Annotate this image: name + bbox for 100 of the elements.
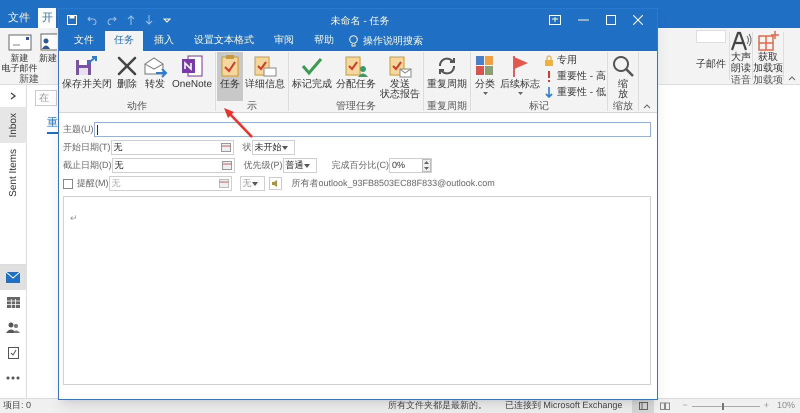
paragraph-mark: ↵ xyxy=(70,213,78,223)
group-label: 示 xyxy=(246,101,258,112)
ribbon-button[interactable]: 任务 xyxy=(217,52,244,101)
undo-icon xyxy=(87,14,97,24)
speaker-icon xyxy=(272,180,278,187)
owner-value: outlook_93FB8503EC88F833@outlook.com xyxy=(318,176,495,190)
cross-icon xyxy=(116,55,138,77)
field-label: 主题(U) xyxy=(63,122,94,136)
ribbon-tab[interactable]: 任务 xyxy=(105,31,143,51)
ribbon-button[interactable]: 重要性 - 低 xyxy=(544,85,606,99)
dropdown-caret-icon xyxy=(282,146,288,150)
spin-arrows-icon xyxy=(422,159,431,172)
redo-icon xyxy=(107,14,117,24)
notebook-icon xyxy=(180,54,204,78)
envelope-icon xyxy=(6,32,32,52)
collapse-caret-icon xyxy=(643,104,651,109)
ribbon-button[interactable]: 获取 加载项 xyxy=(753,30,783,73)
spin-field[interactable]: 0% xyxy=(389,158,432,173)
clipboard-check-icon xyxy=(219,54,242,78)
slider-thumb[interactable] xyxy=(722,402,724,410)
side-tab[interactable]: Inbox xyxy=(0,107,26,144)
floppy-disk-icon xyxy=(74,54,100,78)
field-label: 所有者 xyxy=(292,176,318,190)
ribbon-tab[interactable]: 设置文本格式 xyxy=(185,31,263,51)
dropdown-field[interactable]: 普通 xyxy=(282,158,316,173)
save-icon xyxy=(67,14,77,24)
status-text: 所有文件夹都是最新的。 xyxy=(388,399,487,412)
ribbon-tab[interactable]: 审阅 xyxy=(265,31,303,51)
customize-caret-icon xyxy=(163,16,171,24)
clipboard-person-icon xyxy=(343,54,370,78)
ribbon-tab[interactable]: 插入 xyxy=(145,31,183,51)
field-label: 状 xyxy=(242,140,252,154)
ribbon-button[interactable]: 分配任务 xyxy=(334,52,378,101)
ribbon-button[interactable]: 标记完成 xyxy=(290,52,334,101)
ribbon-tab[interactable]: 文件 xyxy=(65,31,103,51)
search-field[interactable]: 在 xyxy=(35,90,57,106)
group-label: 管理任务 xyxy=(335,101,378,112)
group-label: 语音 xyxy=(731,74,751,88)
ribbon-tab[interactable]: 帮助 xyxy=(305,31,343,51)
calendar-icon xyxy=(218,179,228,188)
subject-field[interactable] xyxy=(94,122,651,137)
speaker-letter-icon xyxy=(730,30,752,52)
ribbon-button[interactable]: 删除 xyxy=(114,52,140,101)
ribbon-tab[interactable]: 文件 xyxy=(4,8,34,28)
status-text: 项目: 0 xyxy=(3,399,32,412)
ribbon-button[interactable]: 重复周期 xyxy=(425,52,470,101)
group-label: 重复周期 xyxy=(426,101,468,112)
ribbon-button[interactable]: 转发 xyxy=(140,52,170,101)
window-title: 未命名 - 任务 xyxy=(330,16,390,26)
ribbon-button[interactable]: 详细信息 xyxy=(243,52,288,101)
field-label: 完成百分比(C) xyxy=(332,158,389,172)
dropdown-caret-icon xyxy=(304,164,310,168)
ribbon-tab[interactable]: 开 xyxy=(38,8,56,28)
ribbon-button[interactable]: 专用 xyxy=(544,53,606,67)
people-icon xyxy=(6,322,20,333)
expand-chevron-icon xyxy=(10,92,16,100)
down-arrow-icon xyxy=(145,14,153,24)
ribbon-button[interactable]: 分类 xyxy=(472,52,498,101)
lock-icon xyxy=(544,54,554,66)
collapse-caret-icon xyxy=(788,76,796,81)
search-field[interactable] xyxy=(696,30,726,43)
envelope-icon xyxy=(6,272,20,283)
maximize-icon xyxy=(606,14,616,24)
calendar-icon xyxy=(222,161,232,170)
normal-view-button[interactable] xyxy=(632,399,654,413)
field-label: 提醒(M) xyxy=(77,176,108,190)
sound-button[interactable] xyxy=(268,177,282,190)
group-label: 缩放 xyxy=(612,101,634,112)
dropdown-field[interactable]: 未开始 xyxy=(252,140,294,155)
dropdown-caret-icon xyxy=(252,182,258,186)
ribbon-display-icon xyxy=(549,14,561,24)
ribbon-button[interactable]: 保存并关闭 xyxy=(60,52,114,101)
ribbon-button[interactable]: 子邮件 xyxy=(696,57,729,72)
calendar-icon xyxy=(220,143,230,152)
date-field[interactable]: 无 xyxy=(112,158,234,173)
group-label: 加载项 xyxy=(753,74,783,88)
ribbon-button[interactable]: 重要性 - 高 xyxy=(544,69,606,83)
ribbon-button[interactable]: 发送 状态报告 xyxy=(378,52,422,101)
tell-me-search[interactable]: 操作说明搜索 xyxy=(349,31,423,51)
field-label: 开始日期(T) xyxy=(63,140,110,154)
ribbon-button[interactable]: OneNote xyxy=(170,52,214,101)
field-label: 截止日期(D) xyxy=(63,158,112,172)
group-label: 动作 xyxy=(126,101,148,112)
date-field[interactable]: 无 xyxy=(110,140,234,155)
field-label: 优先级(P) xyxy=(244,158,282,172)
ribbon-button[interactable]: 缩 放 xyxy=(608,52,637,101)
close-icon xyxy=(633,14,643,24)
up-arrow-icon xyxy=(127,14,135,24)
zoom-level: 10% xyxy=(776,399,795,412)
ribbon-button[interactable]: 新建 电子邮件 xyxy=(1,32,38,70)
nav-button[interactable] xyxy=(0,265,26,290)
ribbon-button[interactable]: 后续标志 xyxy=(498,52,542,101)
side-tab[interactable]: Sent Items xyxy=(0,143,26,204)
lightbulb-icon xyxy=(349,35,358,47)
ribbon-button[interactable]: 大声 朗读 xyxy=(730,30,752,73)
add-grid-icon xyxy=(757,30,779,52)
down-arrow-icon xyxy=(544,86,554,98)
book-icon xyxy=(660,402,670,410)
calendar-icon xyxy=(6,297,20,308)
clipboard-card-icon xyxy=(252,54,278,78)
